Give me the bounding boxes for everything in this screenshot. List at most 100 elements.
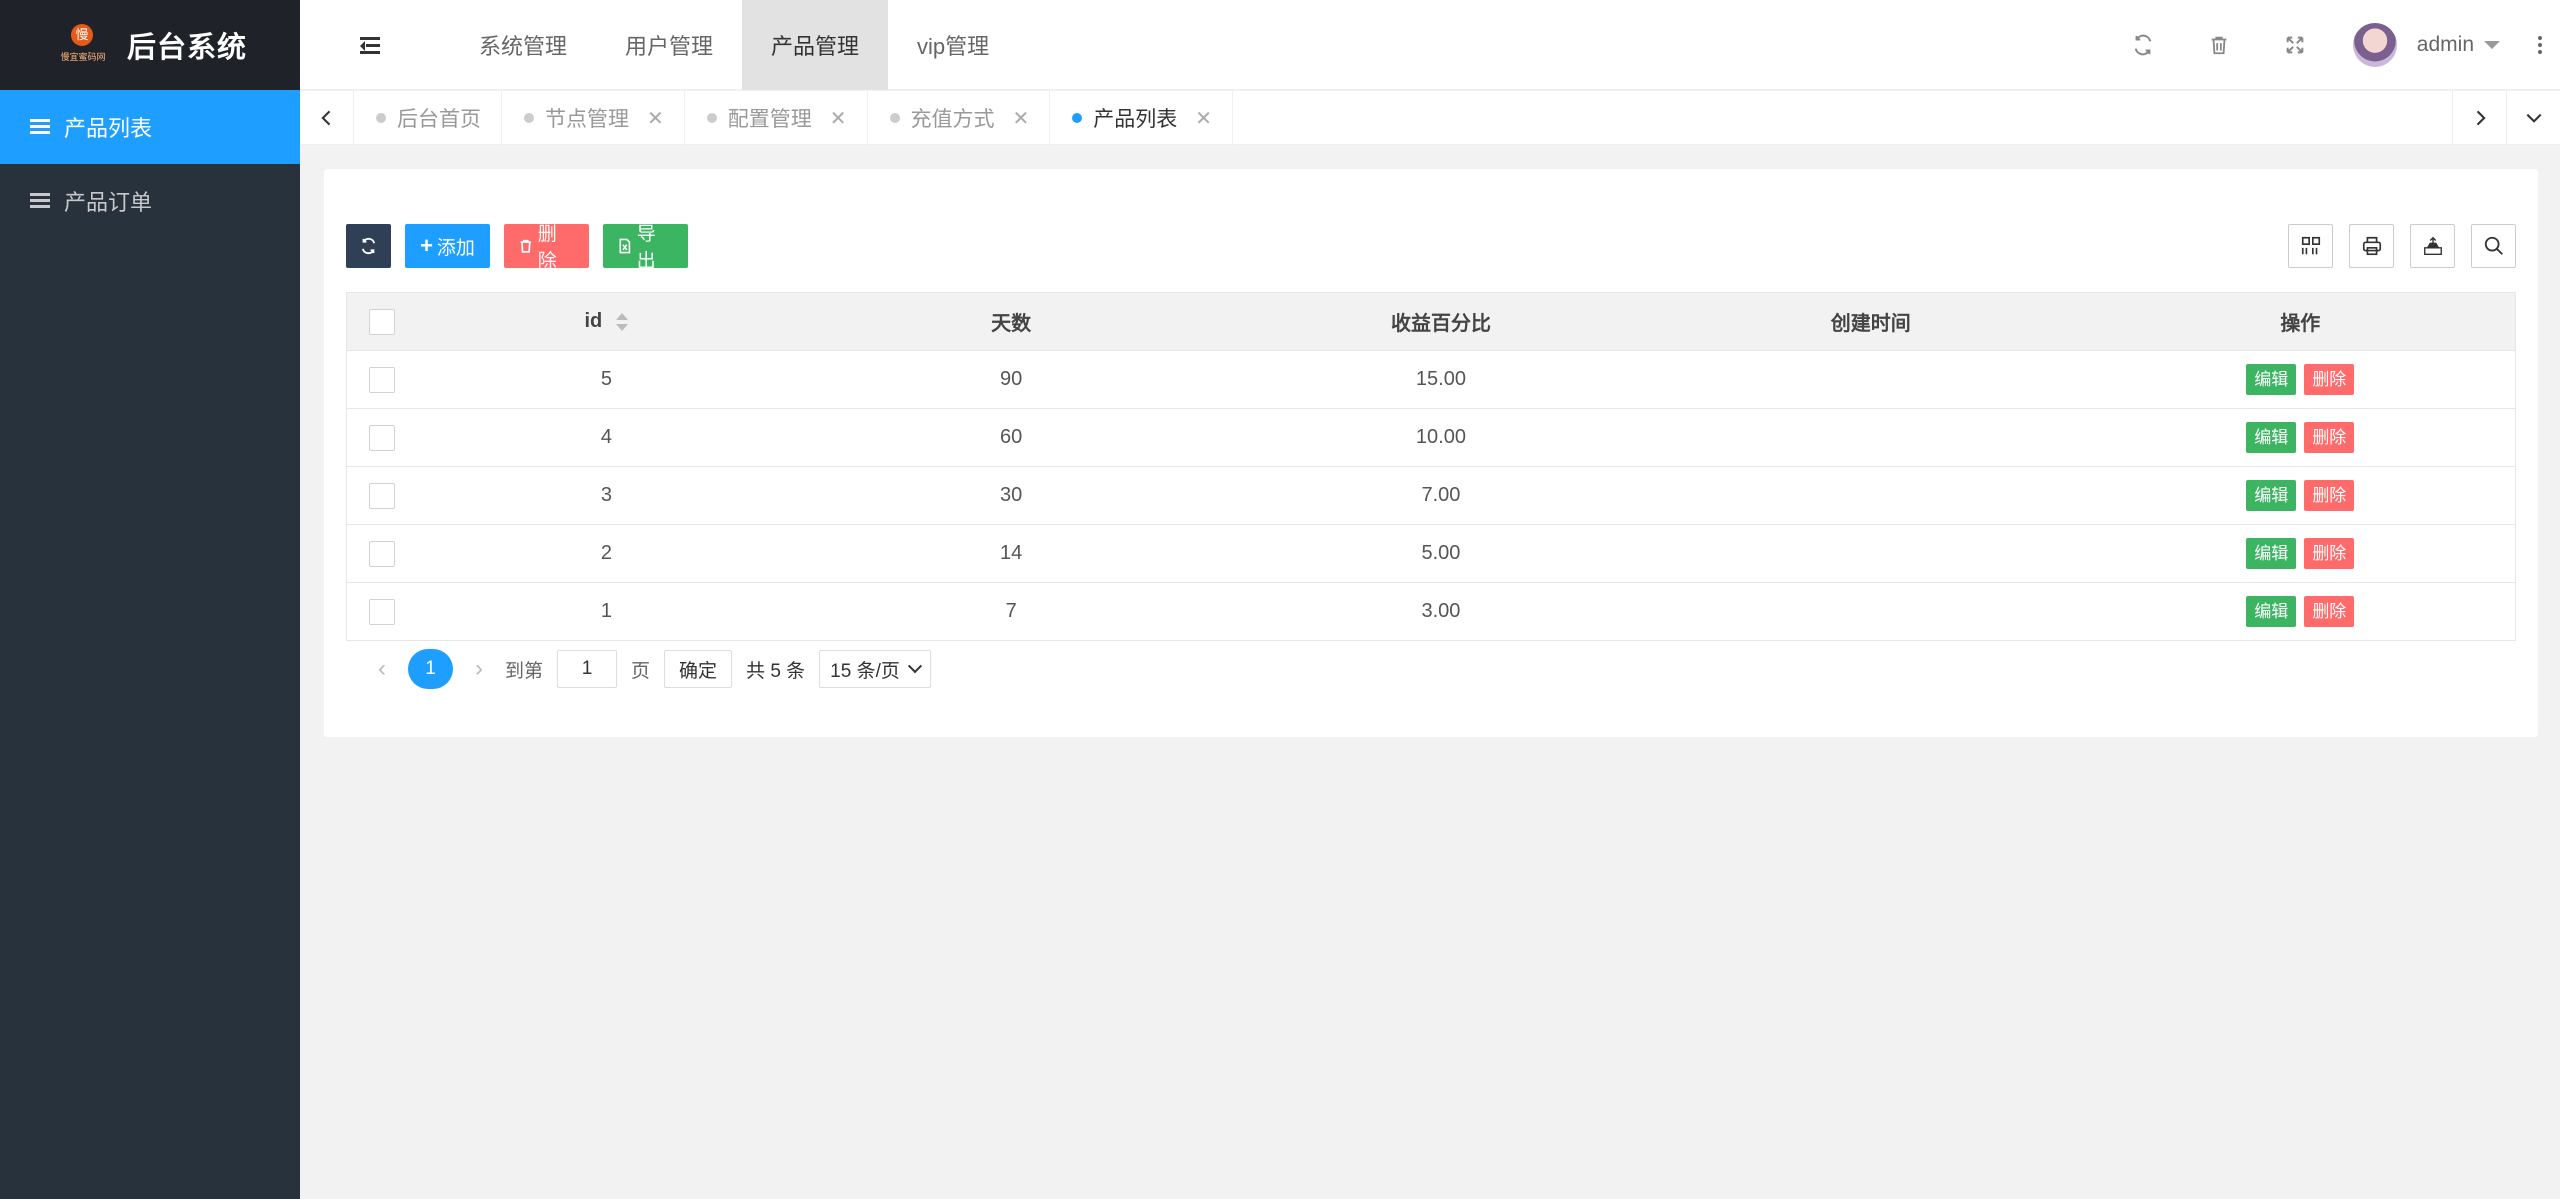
row-delete-button[interactable]: 删除	[2304, 596, 2354, 627]
goto-page-input[interactable]	[557, 650, 617, 688]
delete-button[interactable]: 删除	[504, 224, 589, 268]
page-size-select[interactable]: 15 条/页	[819, 650, 931, 688]
select-all-checkbox[interactable]	[369, 309, 395, 335]
close-icon[interactable]: ✕	[830, 106, 847, 131]
logo-image: 慢 慢宜蜜码网	[53, 22, 113, 68]
export-button[interactable]: 导出	[603, 224, 688, 268]
app-title: 后台系统	[127, 24, 247, 66]
top-nav-users[interactable]: 用户管理	[596, 0, 742, 90]
search-icon[interactable]	[2471, 224, 2516, 268]
cell-id: 1	[416, 583, 796, 641]
delete-button-label: 删除	[538, 219, 575, 273]
row-delete-button[interactable]: 删除	[2304, 538, 2354, 569]
more-icon[interactable]	[2520, 0, 2560, 90]
tab-nodes[interactable]: 节点管理 ✕	[502, 91, 685, 145]
cell-created	[1656, 467, 2086, 525]
edit-button[interactable]: 编辑	[2246, 364, 2296, 395]
close-icon[interactable]: ✕	[1013, 106, 1030, 131]
table-header-row: id 天数 收益百分比 创建时间 操作	[347, 293, 2516, 351]
top-nav-system[interactable]: 系统管理	[450, 0, 596, 90]
cell-actions: 编辑删除	[2086, 525, 2516, 583]
print-icon[interactable]	[2349, 224, 2394, 268]
goto-prefix: 到第	[505, 656, 543, 683]
cell-created	[1656, 583, 2086, 641]
top-nav-vip[interactable]: vip管理	[888, 0, 1018, 90]
sidebar-item-product-list[interactable]: 产品列表	[0, 90, 300, 164]
chevron-right-icon[interactable]	[2452, 91, 2506, 145]
table-toolbar: + 添加 删除 导出	[346, 224, 2516, 268]
cell-days: 90	[796, 351, 1226, 409]
row-checkbox[interactable]	[369, 367, 395, 393]
prev-page-icon[interactable]: ‹	[370, 655, 394, 683]
cell-id: 4	[416, 409, 796, 467]
cell-actions: 编辑删除	[2086, 583, 2516, 641]
logo[interactable]: 慢 慢宜蜜码网 后台系统	[0, 0, 300, 90]
refresh-icon[interactable]	[2105, 0, 2181, 90]
export-icon[interactable]	[2410, 224, 2455, 268]
sidebar-item-product-orders[interactable]: 产品订单	[0, 164, 300, 238]
tab-dot	[707, 113, 717, 123]
row-checkbox[interactable]	[369, 483, 395, 509]
logo-badge: 慢	[71, 24, 93, 46]
edit-button[interactable]: 编辑	[2246, 422, 2296, 453]
cell-actions: 编辑删除	[2086, 467, 2516, 525]
table-row: 1 7 3.00 编辑删除	[347, 583, 2516, 641]
tab-home[interactable]: 后台首页	[354, 91, 502, 145]
table-row: 5 90 15.00 编辑删除	[347, 351, 2516, 409]
user-menu[interactable]: admin	[2333, 0, 2520, 90]
close-icon[interactable]: ✕	[1195, 106, 1212, 131]
goto-suffix: 页	[631, 656, 650, 683]
tab-config[interactable]: 配置管理 ✕	[685, 91, 868, 145]
close-icon[interactable]: ✕	[647, 106, 664, 131]
edit-button[interactable]: 编辑	[2246, 480, 2296, 511]
table-row: 3 30 7.00 编辑删除	[347, 467, 2516, 525]
total-count: 共 5 条	[746, 656, 805, 683]
select-all-cell	[347, 293, 417, 351]
chevron-left-icon[interactable]	[300, 91, 354, 145]
tab-product-list[interactable]: 产品列表 ✕	[1050, 91, 1233, 145]
row-checkbox[interactable]	[369, 425, 395, 451]
plus-icon: +	[420, 233, 433, 259]
cell-days: 60	[796, 409, 1226, 467]
tab-label: 节点管理	[545, 103, 629, 133]
header-actions: admin	[2105, 0, 2560, 90]
column-header-label: id	[584, 310, 602, 332]
tab-dot	[376, 113, 386, 123]
row-delete-button[interactable]: 删除	[2304, 364, 2354, 395]
edit-button[interactable]: 编辑	[2246, 596, 2296, 627]
cell-actions: 编辑删除	[2086, 409, 2516, 467]
fullscreen-icon[interactable]	[2257, 0, 2333, 90]
page-current[interactable]: 1	[408, 649, 453, 689]
cell-actions: 编辑删除	[2086, 351, 2516, 409]
content-card: + 添加 删除 导出	[324, 169, 2538, 737]
column-header-rate: 收益百分比	[1226, 293, 1656, 351]
top-nav-products[interactable]: 产品管理	[742, 0, 888, 90]
sidebar-toggle-icon[interactable]	[360, 35, 382, 55]
add-button[interactable]: + 添加	[405, 224, 490, 268]
trash-icon[interactable]	[2181, 0, 2257, 90]
sidebar-item-label: 产品订单	[64, 185, 152, 217]
sidebar: 慢 慢宜蜜码网 后台系统 产品列表 产品订单	[0, 0, 300, 1199]
chevron-down-icon[interactable]	[2506, 91, 2560, 145]
cell-rate: 10.00	[1226, 409, 1656, 467]
tabs: 后台首页 节点管理 ✕ 配置管理 ✕ 充值方式 ✕ 产品列表 ✕	[354, 91, 1233, 145]
sort-icon[interactable]	[616, 312, 628, 332]
column-header-id[interactable]: id	[416, 293, 796, 351]
edit-button[interactable]: 编辑	[2246, 538, 2296, 569]
list-icon	[30, 193, 50, 209]
tab-dot	[524, 113, 534, 123]
row-delete-button[interactable]: 删除	[2304, 422, 2354, 453]
tab-dot	[1072, 113, 1082, 123]
cell-rate: 3.00	[1226, 583, 1656, 641]
columns-icon[interactable]	[2288, 224, 2333, 268]
goto-confirm-button[interactable]: 确定	[664, 650, 732, 688]
row-checkbox[interactable]	[369, 541, 395, 567]
table-row: 4 60 10.00 编辑删除	[347, 409, 2516, 467]
row-delete-button[interactable]: 删除	[2304, 480, 2354, 511]
tab-label: 充值方式	[911, 103, 995, 133]
logo-text: 慢宜蜜码网	[53, 50, 113, 63]
refresh-button[interactable]	[346, 224, 391, 268]
row-checkbox[interactable]	[369, 599, 395, 625]
next-page-icon[interactable]: ›	[467, 655, 491, 683]
tab-recharge[interactable]: 充值方式 ✕	[868, 91, 1051, 145]
